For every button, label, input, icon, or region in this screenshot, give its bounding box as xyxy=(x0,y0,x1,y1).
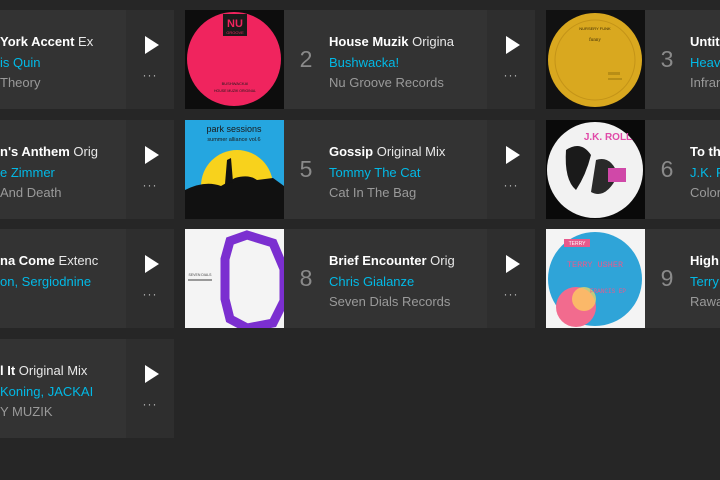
track-card-7[interactable]: na Come Extenc on, Sergiodnine ··· xyxy=(0,229,174,328)
track-rank: 2 xyxy=(299,46,313,72)
track-artwork[interactable]: J.K. ROLL xyxy=(546,120,645,219)
track-title[interactable]: House Muzik Origina xyxy=(329,34,454,49)
track-artwork[interactable]: NURSERY FUNK funny xyxy=(546,10,645,109)
more-options-icon[interactable]: ··· xyxy=(487,287,535,301)
track-actions: ··· xyxy=(126,229,174,328)
artwork-logo: TERRY xyxy=(569,241,587,247)
play-icon[interactable] xyxy=(506,255,520,273)
track-card-9[interactable]: TERRY TERRY USHER FRANCIS EP 9 High Terr… xyxy=(546,229,720,328)
track-artwork[interactable]: NU GROOVE BUSHWACKA! HOUSE MUZIK ORIGINA… xyxy=(185,10,284,109)
track-artist[interactable]: Tommy The Cat xyxy=(329,165,421,180)
track-title[interactable]: Gossip Original Mix xyxy=(329,144,445,159)
track-rank: 8 xyxy=(299,265,313,291)
track-label[interactable]: Y MUZIK xyxy=(0,404,53,419)
track-title[interactable]: To th xyxy=(690,144,720,159)
track-artwork[interactable]: park sessions summer alliance vol.6 xyxy=(185,120,284,219)
artwork-title: park sessions xyxy=(206,124,262,134)
more-options-icon[interactable]: ··· xyxy=(126,68,174,82)
track-label[interactable]: And Death xyxy=(0,185,61,200)
more-options-icon[interactable]: ··· xyxy=(126,178,174,192)
track-title[interactable]: na Come Extenc xyxy=(0,253,98,268)
more-options-icon[interactable]: ··· xyxy=(126,287,174,301)
track-actions: ··· xyxy=(487,120,535,219)
track-label[interactable]: Nu Groove Records xyxy=(329,75,444,90)
artwork-text: funny xyxy=(589,38,601,43)
artwork-subtitle: FRANCIS EP xyxy=(590,288,626,295)
track-artwork[interactable]: SEVEN DIALS xyxy=(185,229,284,328)
track-rank: 9 xyxy=(660,265,674,291)
more-options-icon[interactable]: ··· xyxy=(487,178,535,192)
track-card-8[interactable]: SEVEN DIALS 8 Brief Encounter Orig Chris… xyxy=(185,229,535,328)
play-icon[interactable] xyxy=(506,146,520,164)
artwork-logo: NU xyxy=(227,18,243,30)
play-icon[interactable] xyxy=(145,146,159,164)
track-artist[interactable]: Terry xyxy=(690,274,719,289)
track-label[interactable]: Cat In The Bag xyxy=(329,185,416,200)
track-label[interactable]: Color xyxy=(690,185,720,200)
artwork-subtitle: summer alliance vol.6 xyxy=(207,137,260,143)
artwork-title: J.K. ROLL xyxy=(584,132,632,143)
track-title[interactable]: Untit xyxy=(690,34,720,49)
track-artist[interactable]: Chris Gialanze xyxy=(329,274,414,289)
track-title[interactable]: l It Original Mix xyxy=(0,363,87,378)
track-artist[interactable]: Koning, JACKAI xyxy=(0,384,93,399)
play-icon[interactable] xyxy=(145,365,159,383)
play-icon[interactable] xyxy=(145,255,159,273)
more-options-icon[interactable]: ··· xyxy=(487,68,535,82)
track-actions: ··· xyxy=(487,229,535,328)
track-card-5[interactable]: park sessions summer alliance vol.6 5 Go… xyxy=(185,120,535,219)
track-title[interactable]: n's Anthem Orig xyxy=(0,144,98,159)
track-title[interactable]: York Accent Ex xyxy=(0,34,93,49)
track-actions: ··· xyxy=(126,339,174,438)
artwork-logo: NURSERY FUNK xyxy=(579,26,611,31)
artwork-text: SEVEN DIALS xyxy=(189,273,213,277)
track-artist[interactable]: on, Sergiodnine xyxy=(0,274,91,289)
track-title[interactable]: Brief Encounter Orig xyxy=(329,253,455,268)
artwork-text-2: HOUSE MUZIK ORIGINAL xyxy=(214,89,256,93)
track-title[interactable]: High xyxy=(690,253,719,268)
track-actions: ··· xyxy=(126,10,174,109)
track-card-6[interactable]: J.K. ROLL 6 To th J.K. R Color xyxy=(546,120,720,219)
play-icon[interactable] xyxy=(506,36,520,54)
track-label[interactable]: Rawa xyxy=(690,294,720,309)
more-options-icon[interactable]: ··· xyxy=(126,397,174,411)
track-rank: 6 xyxy=(660,156,674,182)
artwork-text: BUSHWACKA! xyxy=(222,81,249,86)
play-icon[interactable] xyxy=(145,36,159,54)
track-card-1[interactable]: York Accent Ex is Quin Theory ··· xyxy=(0,10,174,109)
track-artist[interactable]: e Zimmer xyxy=(0,165,55,180)
track-artist[interactable]: is Quin xyxy=(0,55,40,70)
track-card-10[interactable]: l It Original Mix Koning, JACKAI Y MUZIK… xyxy=(0,339,174,438)
track-rank: 3 xyxy=(660,46,674,72)
artwork-title: TERRY USHER xyxy=(567,260,623,270)
track-actions: ··· xyxy=(126,120,174,219)
track-card-3[interactable]: NURSERY FUNK funny 3 Untit Heav Infran xyxy=(546,10,720,109)
track-artist[interactable]: Bushwacka! xyxy=(329,55,399,70)
track-artist[interactable]: Heav xyxy=(690,55,720,70)
track-card-4[interactable]: n's Anthem Orig e Zimmer And Death ··· xyxy=(0,120,174,219)
track-artwork[interactable]: TERRY TERRY USHER FRANCIS EP xyxy=(546,229,645,328)
track-label[interactable]: Seven Dials Records xyxy=(329,294,450,309)
track-rank: 5 xyxy=(299,156,313,182)
track-actions: ··· xyxy=(487,10,535,109)
artwork-logo-sub: GROOVE xyxy=(226,30,244,35)
track-card-2[interactable]: NU GROOVE BUSHWACKA! HOUSE MUZIK ORIGINA… xyxy=(185,10,535,109)
track-artist[interactable]: J.K. R xyxy=(690,165,720,180)
track-label[interactable]: Infran xyxy=(690,75,720,90)
track-label[interactable]: Theory xyxy=(0,75,40,90)
